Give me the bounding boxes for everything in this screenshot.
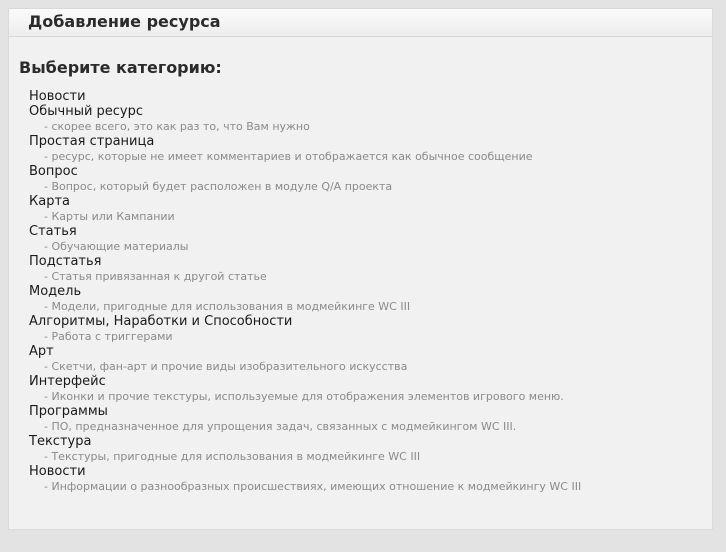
category-link-map[interactable]: Карта xyxy=(29,194,712,209)
category-item-news-2: Новости - Информации о разнообразных про… xyxy=(29,464,712,494)
category-desc-simple-page: - ресурс, которые не имеет комментариев … xyxy=(44,150,533,163)
panel-title: Добавление ресурса xyxy=(28,12,221,31)
category-item-regular-resource: Обычный ресурс - скорее всего, это как р… xyxy=(29,104,712,134)
category-item-map: Карта - Карты или Кампании xyxy=(29,194,712,224)
category-desc-algorithms: - Работа с триггерами xyxy=(44,330,173,343)
category-item-interface: Интерфейс - Иконки и прочие текстуры, ис… xyxy=(29,374,712,404)
category-link-art[interactable]: Арт xyxy=(29,344,712,359)
category-link-regular-resource[interactable]: Обычный ресурс xyxy=(29,104,712,119)
category-heading: Выберите категорию: xyxy=(19,58,222,77)
category-item-art: Арт - Скетчи, фан-арт и прочие виды изоб… xyxy=(29,344,712,374)
category-link-algorithms[interactable]: Алгоритмы, Наработки и Способности xyxy=(29,314,712,329)
category-item-question: Вопрос - Вопрос, который будет расположе… xyxy=(29,164,712,194)
category-item-sub-article: Подстатья - Статья привязанная к другой … xyxy=(29,254,712,284)
category-link-question[interactable]: Вопрос xyxy=(29,164,712,179)
category-desc-news-2: - Информации о разнообразных происшестви… xyxy=(44,480,582,493)
category-link-texture[interactable]: Текстура xyxy=(29,434,712,449)
category-desc-regular-resource: - скорее всего, это как раз то, что Вам … xyxy=(44,120,310,133)
category-desc-sub-article: - Статья привязанная к другой статье xyxy=(44,270,267,283)
category-link-article[interactable]: Статья xyxy=(29,224,712,239)
category-item-simple-page: Простая страница - ресурс, которые не им… xyxy=(29,134,712,164)
category-link-news[interactable]: Новости xyxy=(29,89,712,104)
add-resource-panel: Добавление ресурса Выберите категорию: Н… xyxy=(8,8,713,530)
category-desc-map: - Карты или Кампании xyxy=(44,210,175,223)
category-item-algorithms: Алгоритмы, Наработки и Способности - Раб… xyxy=(29,314,712,344)
category-desc-article: - Обучающие материалы xyxy=(44,240,189,253)
category-desc-interface: - Иконки и прочие текстуры, используемые… xyxy=(44,390,564,403)
category-item-programs: Программы - ПО, предназначенное для упро… xyxy=(29,404,712,434)
category-link-simple-page[interactable]: Простая страница xyxy=(29,134,712,149)
category-item-model: Модель - Модели, пригодные для использов… xyxy=(29,284,712,314)
panel-header: Добавление ресурса xyxy=(9,9,712,37)
category-desc-texture: - Текстуры, пригодные для использования … xyxy=(44,450,421,463)
category-desc-programs: - ПО, предназначенное для упрощения зада… xyxy=(44,420,517,433)
category-item-texture: Текстура - Текстуры, пригодные для испол… xyxy=(29,434,712,464)
category-link-programs[interactable]: Программы xyxy=(29,404,712,419)
category-desc-art: - Скетчи, фан-арт и прочие виды изобрази… xyxy=(44,360,408,373)
category-list: Новости Обычный ресурс - скорее всего, э… xyxy=(29,89,712,494)
category-link-model[interactable]: Модель xyxy=(29,284,712,299)
category-desc-question: - Вопрос, который будет расположен в мод… xyxy=(44,180,393,193)
category-desc-model: - Модели, пригодные для использования в … xyxy=(44,300,411,313)
category-item-news: Новости xyxy=(29,89,712,104)
category-link-sub-article[interactable]: Подстатья xyxy=(29,254,712,269)
category-link-news-2[interactable]: Новости xyxy=(29,464,712,479)
category-item-article: Статья - Обучающие материалы xyxy=(29,224,712,254)
category-link-interface[interactable]: Интерфейс xyxy=(29,374,712,389)
